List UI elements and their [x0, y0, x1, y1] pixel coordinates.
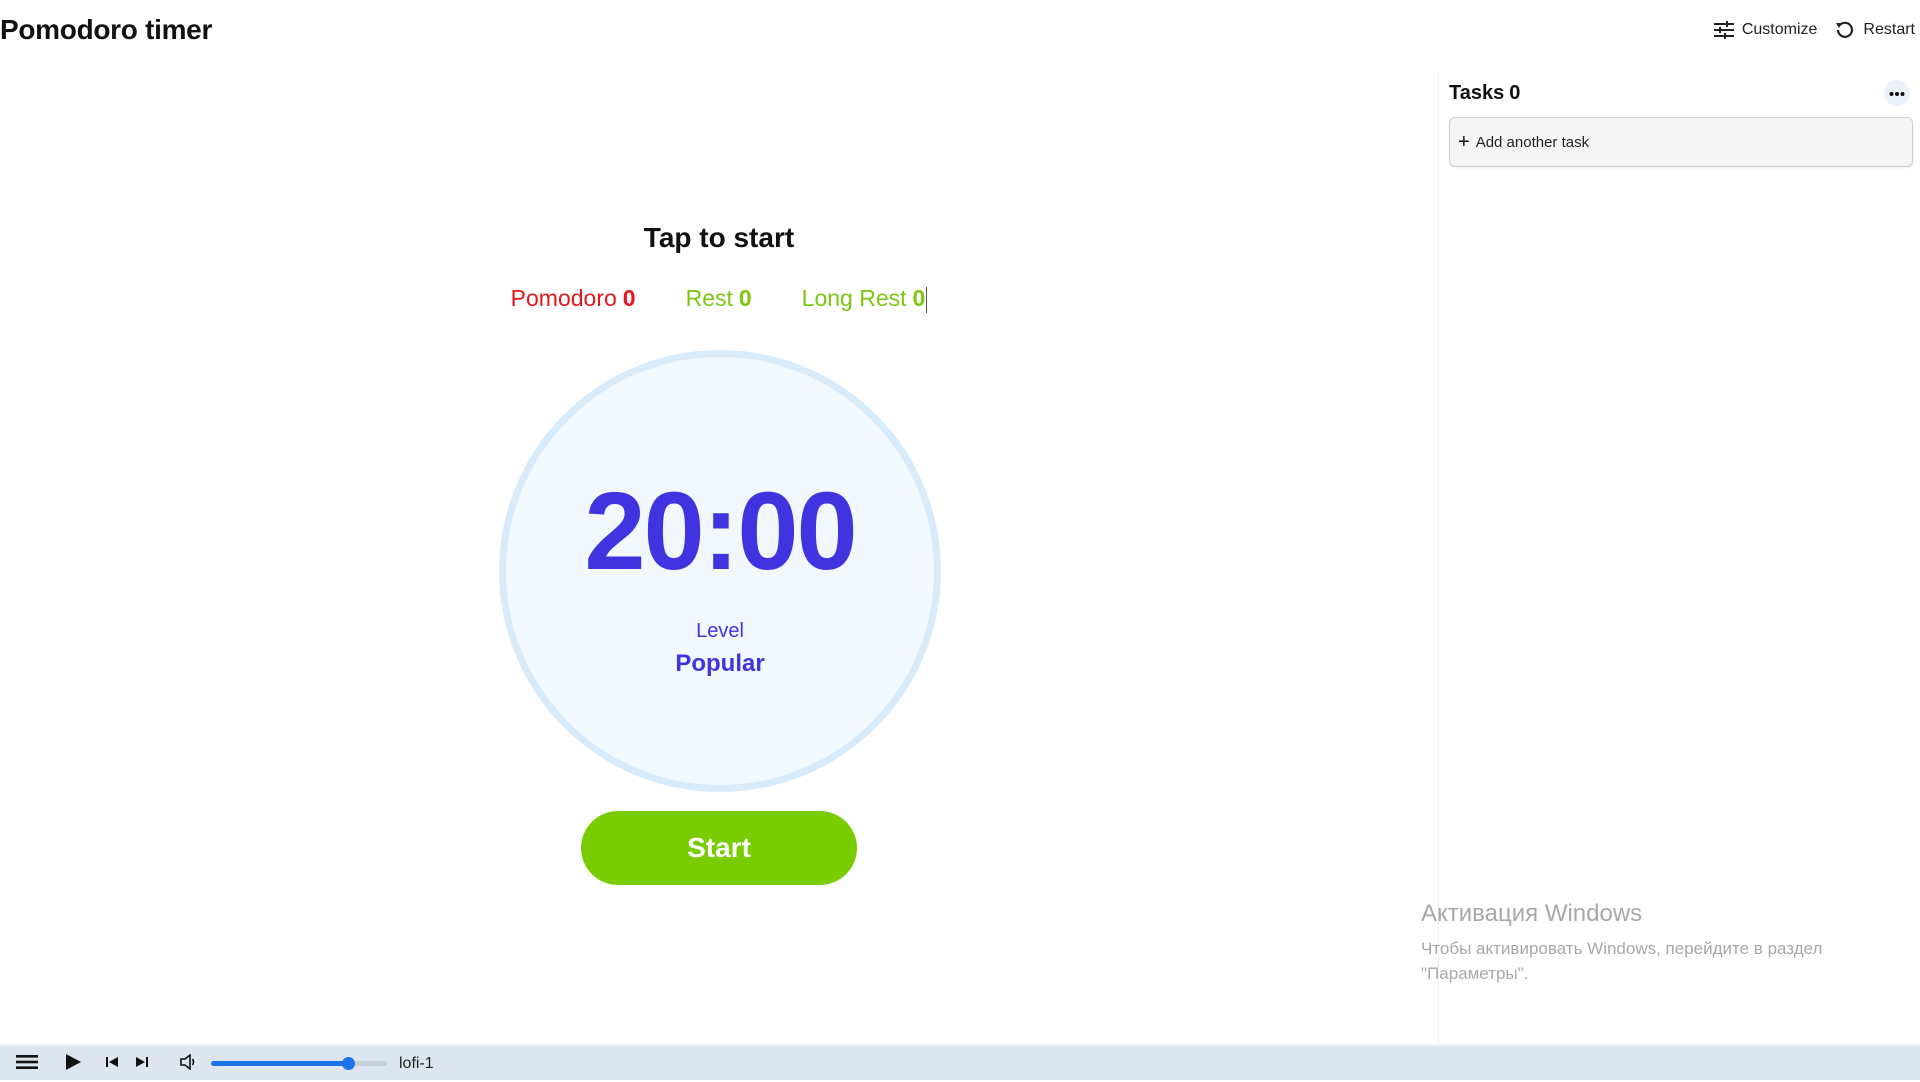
pomodoro-label: Pomodoro: [511, 285, 617, 311]
watermark-line-1: Чтобы активировать Windows, перейдите в …: [1421, 936, 1822, 961]
next-track-button[interactable]: [134, 1046, 150, 1082]
volume-slider[interactable]: [211, 1061, 387, 1066]
long-rest-counter[interactable]: Long Rest0: [802, 285, 928, 313]
level-value: Popular: [506, 650, 934, 678]
plus-icon: +: [1458, 132, 1470, 152]
top-actions: Customize Restart: [1714, 20, 1915, 40]
pomodoro-counter[interactable]: Pomodoro0: [511, 285, 636, 313]
mute-button[interactable]: [178, 1046, 200, 1082]
playlist-menu-button[interactable]: [14, 1046, 40, 1082]
timer-display: 20:00: [506, 477, 934, 587]
long-rest-label: Long Rest: [802, 285, 907, 311]
restart-label: Restart: [1863, 21, 1915, 39]
text-caret: [926, 287, 927, 313]
volume-thumb[interactable]: [342, 1057, 355, 1070]
add-task-label: Add another task: [1476, 134, 1589, 151]
restart-button[interactable]: Restart: [1835, 20, 1915, 40]
track-name: lofi-1: [399, 1046, 434, 1082]
customize-label: Customize: [1742, 21, 1818, 39]
windows-activation-watermark: Активация Windows Чтобы активировать Win…: [1421, 900, 1822, 986]
more-horizontal-icon: [1889, 84, 1905, 102]
rest-label: Rest: [686, 285, 733, 311]
play-icon: [64, 1053, 82, 1076]
restart-icon: [1835, 20, 1855, 40]
tasks-title: Tasks: [1449, 82, 1504, 105]
tasks-more-button[interactable]: [1884, 80, 1910, 106]
pomodoro-count: 0: [623, 285, 636, 311]
menu-icon: [16, 1054, 38, 1075]
level-label: Level: [506, 620, 934, 643]
volume-icon: [180, 1054, 198, 1075]
start-button[interactable]: Start: [581, 811, 857, 885]
long-rest-count: 0: [913, 285, 926, 311]
rest-count: 0: [739, 285, 752, 311]
rest-counter[interactable]: Rest0: [686, 285, 752, 313]
session-counters: Pomodoro0 Rest0 Long Rest0: [0, 285, 1438, 313]
play-button[interactable]: [62, 1046, 84, 1082]
app-title: Pomodoro timer: [0, 14, 212, 46]
tasks-header: Tasks 0: [1449, 78, 1920, 108]
skip-previous-icon: [106, 1055, 118, 1073]
sliders-icon: [1714, 21, 1734, 39]
music-player-bar: lofi-1: [0, 1044, 1920, 1080]
tap-to-start-prompt: Tap to start: [0, 222, 1438, 254]
customize-button[interactable]: Customize: [1714, 21, 1818, 39]
tasks-count: 0: [1509, 82, 1520, 105]
volume-fill: [211, 1061, 348, 1066]
timer-circle[interactable]: 20:00 Level Popular: [499, 350, 941, 792]
skip-next-icon: [136, 1055, 148, 1073]
watermark-line-2: "Параметры".: [1421, 961, 1822, 986]
watermark-title: Активация Windows: [1421, 900, 1822, 928]
previous-track-button[interactable]: [104, 1046, 120, 1082]
add-task-button[interactable]: + Add another task: [1449, 117, 1913, 167]
